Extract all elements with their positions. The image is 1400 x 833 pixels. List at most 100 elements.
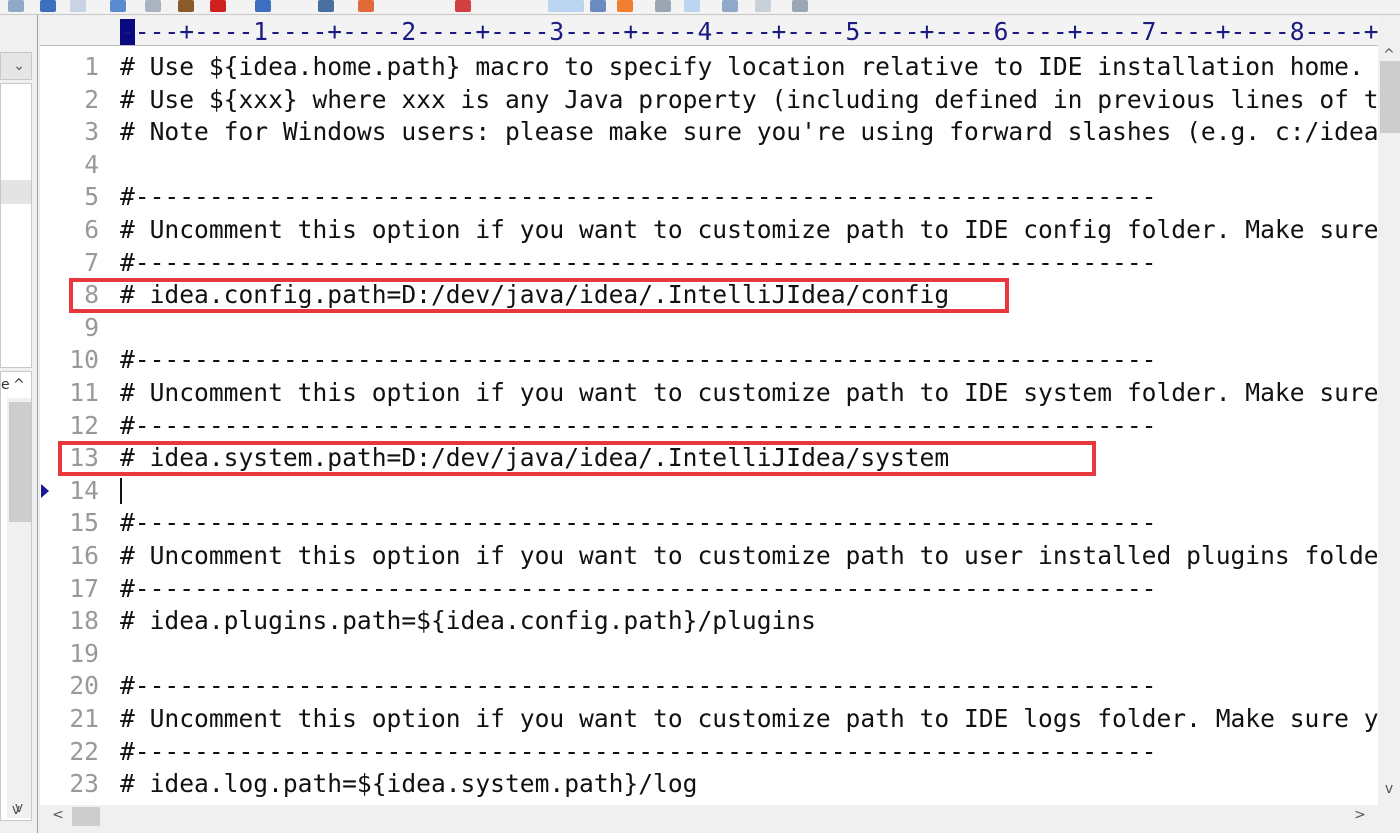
line-text[interactable]: #---------------------------------------… <box>120 573 1156 606</box>
toolbar-button[interactable] <box>8 0 24 12</box>
code-line[interactable]: 21 # Uncomment this option if you want to… <box>40 703 1378 736</box>
line-number: 20 <box>69 671 99 701</box>
chevron-down-icon: ⌄ <box>13 58 25 74</box>
toolbar-button[interactable] <box>255 0 271 12</box>
code-line[interactable]: 22 #-------------------------------------… <box>40 736 1378 769</box>
toolbar-button[interactable] <box>755 0 771 12</box>
line-text[interactable]: # idea.log.path=${idea.system.path}/log <box>120 768 697 801</box>
toolbar-button[interactable] <box>722 0 738 12</box>
line-number: 11 <box>69 378 99 407</box>
line-text[interactable]: #---------------------------------------… <box>120 344 1156 377</box>
scrollbar-thumb[interactable] <box>72 807 100 826</box>
toolbar-button[interactable] <box>655 0 671 12</box>
panel-dropdown[interactable]: ⌄ <box>0 52 32 80</box>
chevron-down-icon[interactable]: v <box>6 802 26 818</box>
column-ruler: ----+----1----+----2----+----3----+----4… <box>40 17 1378 46</box>
line-text[interactable]: #---------------------------------------… <box>120 410 1156 443</box>
toolbar-button[interactable] <box>590 0 606 12</box>
vertical-scrollbar[interactable]: ^ v <box>1378 17 1400 805</box>
code-line[interactable]: 2 # Use ${xxx} where xxx is any Java prop… <box>40 84 1378 117</box>
line-number: 23 <box>69 769 99 799</box>
line-number: 7 <box>84 247 99 277</box>
file-list[interactable] <box>0 83 32 368</box>
code-line[interactable]: 14 <box>40 475 1378 508</box>
code-line[interactable]: 4 <box>40 149 1378 182</box>
secondary-panel: e ^ v <box>0 371 32 821</box>
current-line-marker-icon <box>41 483 49 498</box>
line-text[interactable]: # Use ${idea.home.path} macro to specify… <box>120 51 1364 84</box>
line-text[interactable]: # Use ${xxx} where xxx is any Java prope… <box>120 84 1378 117</box>
panel-label: e <box>1 377 10 393</box>
code-line[interactable]: 16 # Uncomment this option if you want to… <box>40 540 1378 573</box>
chevron-left-icon[interactable]: < <box>48 807 68 823</box>
code-line[interactable]: 19 <box>40 638 1378 671</box>
line-number: 9 <box>84 312 99 342</box>
code-line[interactable]: 11 # Uncomment this option if you want to… <box>40 377 1378 410</box>
line-text[interactable]: #---------------------------------------… <box>120 670 1156 703</box>
chevron-right-icon[interactable]: > <box>1350 807 1370 823</box>
code-line[interactable]: 6 # Uncomment this option if you want to … <box>40 214 1378 247</box>
scrollbar-thumb[interactable] <box>1380 61 1400 133</box>
toolbar-button[interactable] <box>792 0 808 12</box>
toolbar-button[interactable] <box>40 0 56 12</box>
code-line[interactable]: 17 #-------------------------------------… <box>40 573 1378 606</box>
left-scrollbar[interactable]: v <box>7 398 31 818</box>
ruler-text: ----+----1----+----2----+----3----+----4… <box>120 17 1378 46</box>
toolbar-toggle[interactable] <box>684 0 700 12</box>
toolbar-button[interactable] <box>455 0 471 12</box>
line-number: 15 <box>69 508 99 538</box>
line-text[interactable]: # Note for Windows users: please make su… <box>120 116 1378 149</box>
code-line[interactable]: 1 # Use ${idea.home.path} macro to specif… <box>40 51 1378 84</box>
line-number: 6 <box>84 215 99 244</box>
line-number: 3 <box>84 117 99 147</box>
line-number: 21 <box>69 704 99 733</box>
code-line[interactable]: 9 <box>40 312 1378 345</box>
scrollbar-thumb[interactable] <box>9 402 31 522</box>
chevron-up-icon[interactable]: ^ <box>13 372 25 398</box>
left-panel: ⌄ e ^ v v <box>0 15 38 833</box>
selected-list-item[interactable] <box>1 180 31 204</box>
highlight-box <box>69 278 1009 314</box>
chevron-down-icon[interactable]: v <box>1379 781 1399 797</box>
close-icon[interactable] <box>210 0 226 12</box>
line-text[interactable]: #---------------------------------------… <box>120 247 1156 280</box>
code-line[interactable]: 23 # idea.log.path=${idea.system.path}/lo… <box>40 768 1378 801</box>
line-text[interactable]: #---------------------------------------… <box>120 736 1156 769</box>
code-line[interactable]: 18 # idea.plugins.path=${idea.config.path… <box>40 605 1378 638</box>
line-number: 18 <box>69 606 99 636</box>
line-text[interactable]: # Uncomment this option if you want to c… <box>120 377 1378 410</box>
code-line[interactable]: 12 #-------------------------------------… <box>40 410 1378 443</box>
horizontal-scrollbar[interactable]: < > <box>40 805 1400 828</box>
toolbar-button[interactable] <box>145 0 161 12</box>
toolbar-button[interactable] <box>358 0 374 12</box>
line-number: 2 <box>84 84 99 114</box>
line-text[interactable]: # Uncomment this option if you want to c… <box>120 214 1378 247</box>
text-editor[interactable]: 1 # Use ${idea.home.path} macro to specif… <box>40 46 1378 805</box>
line-number: 22 <box>69 736 99 766</box>
toolbar-toggle[interactable] <box>548 0 584 12</box>
toolbar-button[interactable] <box>70 0 86 12</box>
text-caret <box>120 477 122 504</box>
line-text[interactable]: # Uncomment this option if you want to c… <box>120 703 1378 736</box>
line-number: 1 <box>84 52 99 81</box>
search-icon[interactable] <box>318 0 334 12</box>
line-number: 19 <box>69 638 99 668</box>
toolbar <box>0 0 1400 15</box>
toolbar-button[interactable] <box>110 0 126 12</box>
line-text[interactable]: # Uncomment this option if you want to c… <box>120 540 1378 573</box>
toolbar-button[interactable] <box>617 0 633 12</box>
line-text[interactable]: # idea.plugins.path=${idea.config.path}/… <box>120 605 816 638</box>
line-number: 10 <box>69 345 99 375</box>
code-line[interactable]: 5 #--------------------------------------… <box>40 181 1378 214</box>
line-number: 4 <box>84 149 99 179</box>
code-line[interactable]: 15 #-------------------------------------… <box>40 507 1378 540</box>
line-text[interactable]: #---------------------------------------… <box>120 181 1156 214</box>
code-line[interactable]: 3 # Note for Windows users: please make s… <box>40 116 1378 149</box>
code-line[interactable]: 7 #--------------------------------------… <box>40 247 1378 280</box>
line-text[interactable]: #---------------------------------------… <box>120 507 1156 540</box>
toolbar-button[interactable] <box>178 0 194 12</box>
code-line[interactable]: 20 #-------------------------------------… <box>40 670 1378 703</box>
code-line[interactable]: 10 #-------------------------------------… <box>40 344 1378 377</box>
line-number: 17 <box>69 573 99 603</box>
highlight-box <box>58 441 1096 477</box>
